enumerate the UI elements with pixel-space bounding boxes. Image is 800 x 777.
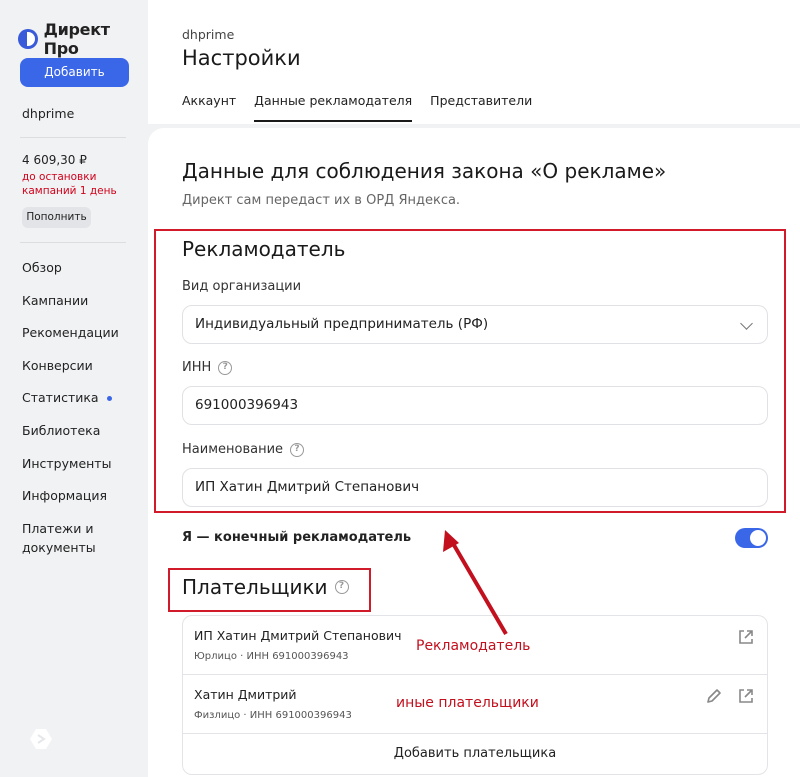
help-icon[interactable]: ? (218, 360, 233, 375)
help-icon[interactable]: ? (334, 580, 349, 594)
annotation-advertiser: Рекламодатель (416, 638, 531, 654)
toggle-knob (750, 530, 766, 546)
section-subtitle: Директ сам передаст их в ОРД Яндекса. (182, 193, 461, 208)
settings-card: Данные для соблюдения закона «О рекламе»… (148, 128, 800, 777)
sidebar-item-campaigns[interactable]: Кампании (22, 291, 132, 324)
balance-warning: до остановки кампаний 1 день (22, 171, 117, 197)
payer-meta: Юрлицо · ИНН 691000396943 (194, 651, 349, 662)
advertiser-title: Рекламодатель (182, 237, 346, 261)
help-chat-icon[interactable] (28, 726, 54, 752)
external-link-icon[interactable] (737, 687, 755, 705)
page-header: dhprime Настройки Аккаунт Данные рекламо… (148, 0, 800, 124)
payers-title-text: Плательщики (182, 575, 328, 599)
tab-representatives[interactable]: Представители (430, 93, 532, 122)
chevron-down-icon (740, 317, 753, 330)
direct-logo-icon (18, 29, 38, 49)
sidebar-item-payments[interactable]: Платежи и документы (22, 519, 132, 561)
sidebar-item-conversions[interactable]: Конверсии (22, 356, 132, 389)
page-title: Настройки (182, 46, 301, 70)
topup-button[interactable]: Пополнить (22, 207, 91, 228)
logo-text: Директ Про (43, 20, 110, 58)
payer-actions (705, 687, 755, 705)
name-label-text: Наименование (182, 442, 284, 457)
balance-amount: 4 609,30 ₽ (22, 153, 87, 167)
name-field[interactable]: ИП Хатин Дмитрий Степанович (182, 468, 768, 507)
sidebar-item-tools[interactable]: Инструменты (22, 454, 132, 487)
org-type-select[interactable]: Индивидуальный предприниматель (РФ) (182, 305, 768, 344)
pencil-icon[interactable] (705, 687, 723, 705)
inn-label: ИНН ? (182, 360, 233, 375)
add-button[interactable]: Добавить (20, 58, 129, 87)
sidebar-nav: Обзор Кампании Рекомендации Конверсии Ст… (22, 258, 132, 561)
final-advertiser-label: Я — конечный рекламодатель (182, 530, 412, 545)
payer-actions (737, 628, 755, 646)
add-payer-button[interactable]: Добавить плательщика (183, 734, 767, 774)
section-title: Данные для соблюдения закона «О рекламе» (182, 159, 667, 183)
tab-advertiser-data[interactable]: Данные рекламодателя (254, 93, 413, 122)
tab-account[interactable]: Аккаунт (182, 93, 236, 122)
divider (20, 242, 126, 243)
inn-field[interactable]: 691000396943 (182, 386, 768, 425)
payers-title: Плательщики ? (182, 575, 349, 599)
help-icon[interactable]: ? (290, 442, 305, 457)
divider (20, 137, 126, 138)
external-link-icon[interactable] (737, 628, 755, 646)
account-name[interactable]: dhprime (22, 106, 74, 121)
sidebar-item-recommendations[interactable]: Рекомендации (22, 323, 132, 356)
logo[interactable]: Директ Про (18, 20, 148, 58)
sidebar-item-label: Статистика (22, 390, 99, 406)
final-advertiser-toggle[interactable] (735, 528, 768, 548)
annotation-other-payers: иные плательщики (396, 695, 539, 711)
tabs: Аккаунт Данные рекламодателя Представите… (182, 93, 550, 122)
org-type-value: Индивидуальный предприниматель (РФ) (195, 316, 489, 332)
sidebar-item-library[interactable]: Библиотека (22, 421, 132, 454)
inn-label-text: ИНН (182, 360, 212, 375)
sidebar: Директ Про Добавить dhprime 4 609,30 ₽ д… (0, 0, 148, 777)
breadcrumb[interactable]: dhprime (182, 27, 234, 42)
sidebar-item-info[interactable]: Информация (22, 486, 132, 519)
payer-name: ИП Хатин Дмитрий Степанович (194, 628, 402, 643)
org-type-label: Вид организации (182, 279, 302, 294)
sidebar-item-overview[interactable]: Обзор (22, 258, 132, 291)
notification-dot-icon (106, 396, 112, 402)
name-label: Наименование ? (182, 442, 305, 457)
payer-name: Хатин Дмитрий (194, 687, 297, 702)
payer-meta: Физлицо · ИНН 691000396943 (194, 710, 352, 721)
sidebar-item-statistics[interactable]: Статистика (22, 388, 132, 421)
